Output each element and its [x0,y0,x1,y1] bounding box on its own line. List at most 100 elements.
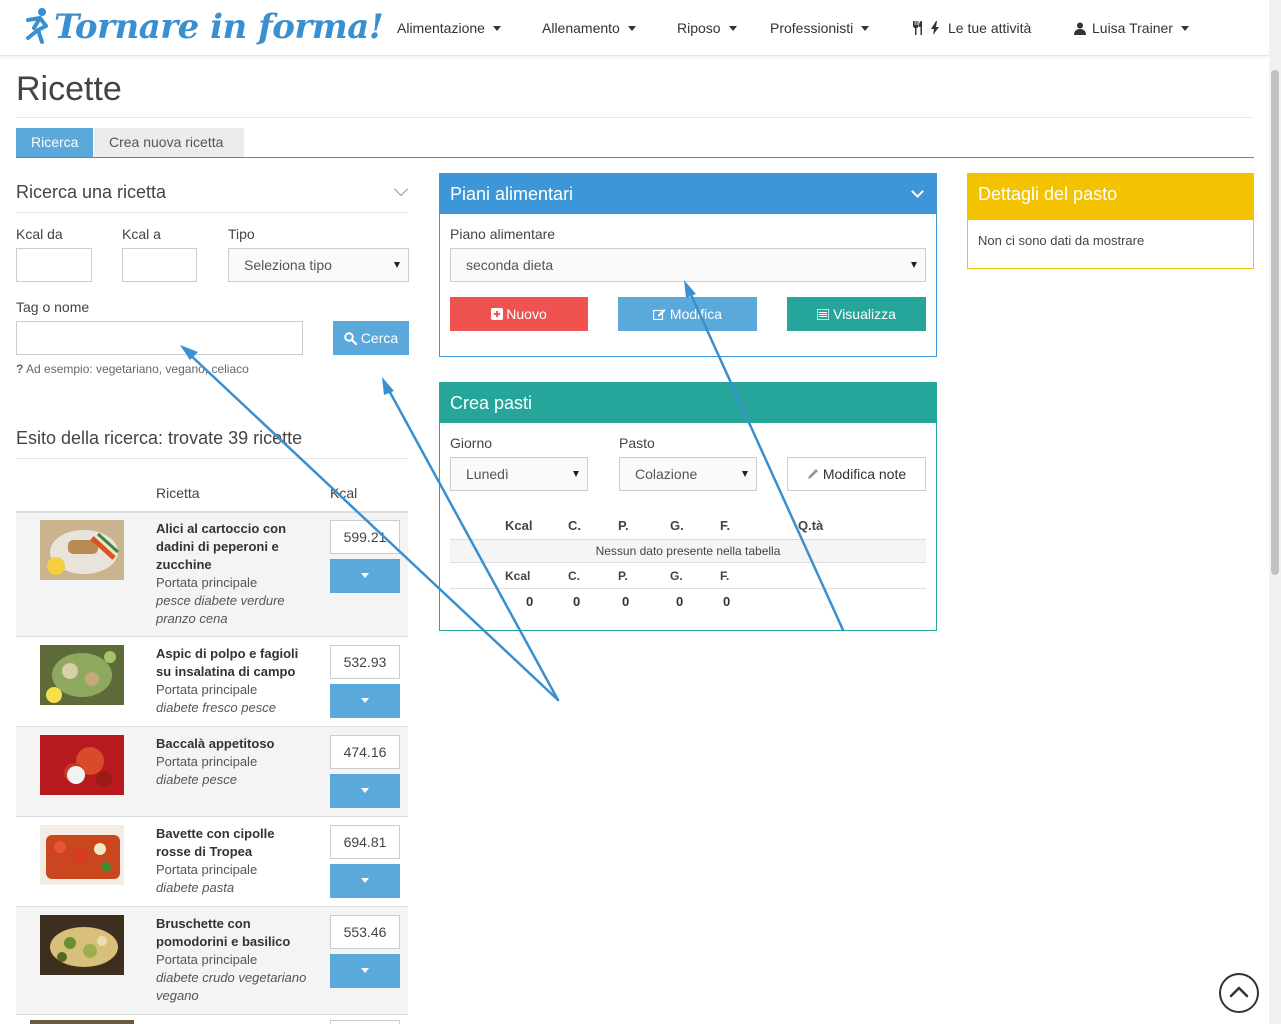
plan-select[interactable]: seconda dieta [450,248,926,282]
recipe-thumbnail [30,1020,134,1024]
total-fiber-header: F. [720,569,730,583]
nav-alimentazione[interactable]: Alimentazione [397,0,501,56]
nav-professionisti[interactable]: Professionisti [770,0,870,56]
nav-label: Le tue attività [948,20,1032,36]
caret-down-icon [361,573,369,578]
recipe-tags: diabete pesce [156,772,237,787]
tab-crea-nuova-ricetta[interactable]: Crea nuova ricetta [94,128,244,157]
nav-user-menu[interactable]: Luisa Trainer [1074,0,1189,56]
kcal-value[interactable]: 694.81 [330,825,400,859]
nav-label: Professionisti [770,20,854,36]
edit-plan-button[interactable]: Modifica [618,297,757,331]
caret-down-icon [361,788,369,793]
recipe-category: Portata principale [156,682,258,697]
meal-plans-header[interactable]: Piani alimentari [440,174,936,214]
bolt-icon [931,21,939,35]
kcal-to-input[interactable] [122,248,197,282]
expand-button[interactable] [330,774,400,808]
type-select[interactable]: Seleziona tipo [228,248,409,282]
button-label: Modifica [669,306,723,322]
caret-down-icon [492,25,501,31]
col-fat: G. [670,518,684,533]
recipe-name[interactable]: Bruschette con pomodorini e basilico [156,915,311,951]
kcal-value[interactable]: 553.46 [330,915,400,949]
nav-riposo[interactable]: Riposo [677,0,737,56]
select-arrow-icon [573,471,579,477]
panel-title: Piani alimentari [450,184,574,204]
tab-bar: Ricerca Crea nuova ricetta [16,128,1254,158]
search-icon [344,331,357,345]
col-quantity: Q.tà [798,518,824,533]
divider [16,636,408,637]
panel-title: Crea pasti [450,393,533,413]
nav-allenamento[interactable]: Allenamento [542,0,636,56]
recipe-name[interactable]: Alici al cartoccio con dadini di peperon… [156,520,311,574]
total-kcal-header: Kcal [505,569,531,583]
edit-notes-button[interactable]: Modifica note [787,457,926,491]
col-fiber: F. [720,518,731,533]
list-icon [817,308,830,320]
expand-button[interactable] [330,684,400,718]
type-label: Tipo [228,226,255,242]
total-fiber: 0 [723,594,731,609]
nav-label: Riposo [677,20,721,36]
kcal-from-input[interactable] [16,248,92,282]
col-kcal-header: Kcal [330,485,358,501]
search-button[interactable]: Cerca [333,321,409,355]
col-protein: P. [618,518,629,533]
page-title: Ricette [16,70,122,108]
recipe-name[interactable]: Aspic di polpo e fagioli su insalatina d… [156,645,311,681]
divider [16,117,1254,118]
col-carbs: C. [568,518,581,533]
caret-down-icon [627,25,636,31]
meal-label: Pasto [619,435,655,451]
caret-down-icon [861,25,870,31]
results-heading: Esito della ricerca: trovate 39 ricette [16,428,303,448]
top-navbar: Tornare in forma! Alimentazione Allename… [0,0,1269,56]
kcal-value[interactable]: 599.21 [330,520,400,554]
day-label: Giorno [450,435,493,451]
brand[interactable]: Tornare in forma! [20,4,384,50]
caret-down-icon [728,25,737,31]
expand-button[interactable] [330,954,400,988]
tab-ricerca[interactable]: Ricerca [16,128,93,157]
chevron-up-icon [1229,986,1249,998]
nav-le-tue-attivita[interactable]: Le tue attività [912,0,1031,56]
expand-button[interactable] [330,864,400,898]
tag-search-input[interactable] [16,321,303,355]
nav-label: Allenamento [542,20,620,36]
meal-select[interactable]: Colazione [619,457,757,491]
recipe-name[interactable]: Baccalà appetitoso [156,735,311,753]
divider [16,212,408,213]
scroll-to-top-button[interactable] [1219,973,1259,1013]
chevron-down-icon[interactable] [393,181,409,197]
kcal-value[interactable]: 474.16 [330,735,400,769]
total-kcal: 0 [526,594,534,609]
view-plan-button[interactable]: Visualizza [787,297,926,331]
edit-icon [652,309,666,320]
kcal-value[interactable]: 532.93 [330,645,400,679]
expand-button[interactable] [330,559,400,593]
total-fat: 0 [676,594,684,609]
page-scrollbar[interactable] [1269,0,1281,1024]
divider [16,1014,408,1015]
empty-table-message: Nessun dato presente nella tabella [450,539,926,563]
day-select[interactable]: Lunedì [450,457,588,491]
user-icon [1074,22,1086,35]
tag-label: Tag o nome [16,299,90,315]
search-hint: ? Ad esempio: vegetariano, vegano, celia… [16,362,249,376]
meal-select-value: Colazione [635,466,698,482]
runner-logo-icon [26,8,48,44]
question-icon: ? [16,362,24,376]
divider [16,458,408,459]
plan-label: Piano alimentare [450,226,556,242]
recipe-category: Portata principale [156,575,258,590]
select-arrow-icon [911,262,917,268]
new-plan-button[interactable]: Nuovo [450,297,588,331]
recipe-category: Portata principale [156,862,258,877]
create-meals-panel: Crea pasti Giorno Lunedì Pasto Colazione… [439,382,937,631]
recipe-name[interactable]: Bavette con cipolle rosse di Tropea [156,825,311,861]
recipe-thumbnail [40,915,124,975]
scrollbar-thumb[interactable] [1271,70,1279,575]
divider [450,588,926,589]
